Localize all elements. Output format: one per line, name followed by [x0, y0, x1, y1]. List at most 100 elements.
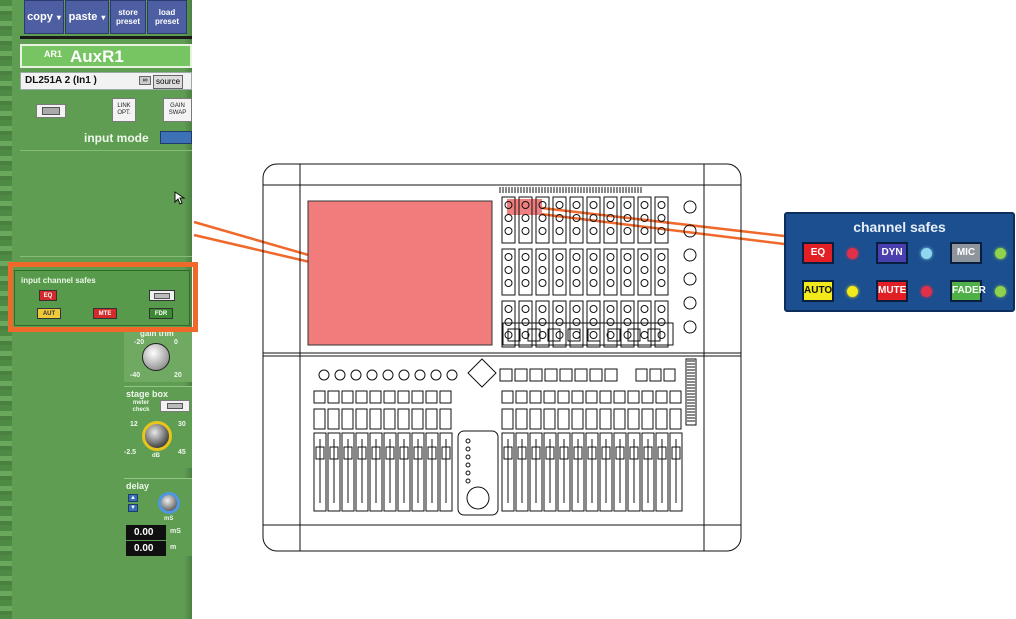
rotary-knob-icon — [606, 305, 615, 313]
rotary-knob-icon — [555, 266, 564, 274]
rotary-knob-icon — [589, 253, 598, 261]
mute-key — [669, 408, 682, 430]
mute-key — [641, 408, 654, 430]
rotary-knob-icon — [623, 201, 632, 209]
mute-key — [313, 408, 326, 430]
module-key — [527, 328, 541, 342]
rotary-knob-icon — [640, 227, 649, 235]
rotary-knob-icon — [657, 331, 666, 339]
rotary-knob-icon — [521, 227, 530, 235]
rotary-knob-icon — [640, 305, 649, 313]
rotary-knob-icon — [521, 253, 530, 261]
mute-key — [529, 408, 542, 430]
safe-eq-key[interactable]: EQ — [802, 242, 834, 264]
rotary-knob-icon — [538, 279, 547, 287]
rotary-knob-icon — [538, 253, 547, 261]
safe-dyn-key[interactable]: DYN — [876, 242, 908, 264]
rotary-knob-icon — [623, 214, 632, 222]
rotary-knob-icon — [623, 227, 632, 235]
soft-key — [499, 368, 513, 382]
rotary-knob-icon — [683, 224, 697, 238]
mute-key — [543, 408, 556, 430]
rotary-knob-icon — [572, 305, 581, 313]
mute-key — [411, 408, 424, 430]
rotary-knob-icon — [521, 266, 530, 274]
rotary-knob-icon — [683, 320, 697, 334]
rotary-knob-icon — [606, 318, 615, 326]
rotary-knob-icon — [521, 305, 530, 313]
status-led-icon — [465, 470, 471, 476]
status-led-icon — [465, 462, 471, 468]
rotary-knob-icon — [683, 272, 697, 286]
rotary-knob-icon — [572, 318, 581, 326]
mute-key — [627, 408, 640, 430]
channel-module — [518, 248, 533, 296]
channel-module — [654, 248, 669, 296]
rotary-knob-icon — [589, 305, 598, 313]
channel-module — [620, 248, 635, 296]
channel-module — [603, 300, 618, 348]
rotary-knob-icon — [572, 201, 581, 209]
safe-fader-key[interactable]: FADER — [950, 280, 986, 302]
rotary-knob-icon — [606, 266, 615, 274]
soft-key — [529, 368, 543, 382]
mute-key — [557, 408, 570, 430]
select-key — [411, 390, 424, 404]
select-key — [655, 390, 668, 404]
channel-safes-panel: channel safes EQ DYN MIC AUTO MUTE FADER — [784, 212, 1015, 312]
channel-module — [569, 248, 584, 296]
select-key — [543, 390, 556, 404]
encoder-icon — [318, 369, 330, 381]
rotary-knob-icon — [572, 279, 581, 287]
mute-key — [439, 408, 452, 430]
channel-module — [620, 196, 635, 244]
select-key — [515, 390, 528, 404]
status-led-icon — [465, 454, 471, 460]
mute-key — [501, 408, 514, 430]
select-key — [397, 390, 410, 404]
rotary-knob-icon — [572, 214, 581, 222]
rotary-knob-icon — [504, 318, 513, 326]
select-key — [313, 390, 326, 404]
select-key — [627, 390, 640, 404]
soft-key — [514, 368, 528, 382]
channel-module — [654, 196, 669, 244]
safe-auto-key[interactable]: AUTO — [802, 280, 834, 302]
select-key — [585, 390, 598, 404]
channel-module — [535, 248, 550, 296]
mute-key — [355, 408, 368, 430]
rotary-knob-icon — [538, 214, 547, 222]
select-key — [641, 390, 654, 404]
soft-key — [559, 368, 573, 382]
channel-module — [603, 196, 618, 244]
rotary-knob-icon — [606, 279, 615, 287]
select-key — [599, 390, 612, 404]
rotary-knob-icon — [657, 253, 666, 261]
mixing-console-diagram — [262, 163, 742, 552]
encoder-icon — [414, 369, 426, 381]
safe-mic-key[interactable]: MIC — [950, 242, 982, 264]
rotary-knob-icon — [572, 331, 581, 339]
rotary-knob-icon — [640, 214, 649, 222]
touch-screen-highlight — [307, 200, 493, 346]
channel-module — [535, 300, 550, 348]
encoder-icon — [334, 369, 346, 381]
channel-module — [569, 196, 584, 244]
select-key — [501, 390, 514, 404]
rotary-knob-icon — [572, 253, 581, 261]
rotary-knob-icon — [623, 305, 632, 313]
auto-led-icon — [847, 286, 858, 297]
rotary-knob-icon — [521, 214, 530, 222]
rotary-knob-icon — [538, 318, 547, 326]
safe-mute-key[interactable]: MUTE — [876, 280, 908, 302]
rotary-knob-icon — [640, 318, 649, 326]
rotary-knob-icon — [640, 266, 649, 274]
soft-key — [663, 368, 676, 382]
select-key — [439, 390, 452, 404]
rotary-knob-icon — [657, 279, 666, 287]
status-led-icon — [465, 446, 471, 452]
mute-key — [369, 408, 382, 430]
rotary-knob-icon — [538, 305, 547, 313]
rotary-knob-icon — [683, 200, 697, 214]
channel-module — [586, 248, 601, 296]
